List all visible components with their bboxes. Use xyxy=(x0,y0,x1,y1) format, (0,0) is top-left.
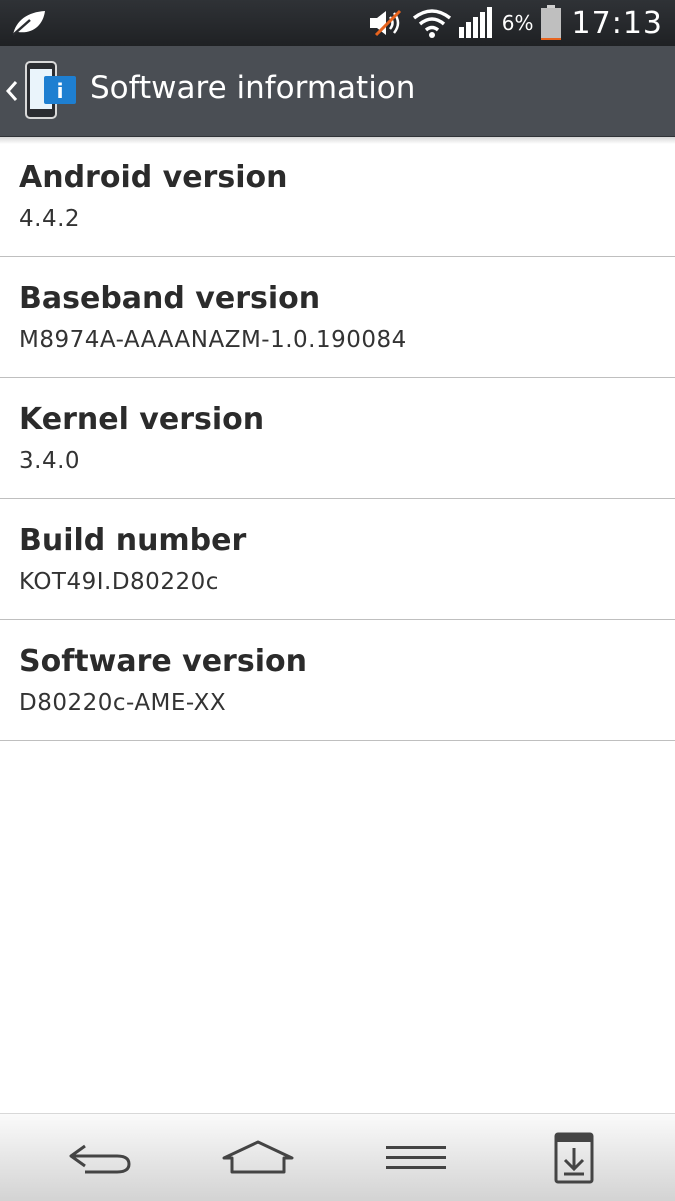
item-value: M8974A-AAAANAZM-1.0.190084 xyxy=(19,327,407,353)
list-item-build-number[interactable]: Build number KOT49I.D80220c xyxy=(0,499,675,620)
nav-capture-button[interactable] xyxy=(514,1114,634,1201)
nav-back-button[interactable] xyxy=(40,1114,160,1201)
item-title: Android version xyxy=(19,160,288,195)
software-info-list: Android version 4.4.2 Baseband version M… xyxy=(0,136,675,741)
list-item-software-version[interactable]: Software version D80220c-AME-XX xyxy=(0,620,675,741)
list-item-baseband-version[interactable]: Baseband version M8974A-AAAANAZM-1.0.190… xyxy=(0,257,675,378)
item-title: Kernel version xyxy=(19,402,265,437)
item-value: D80220c-AME-XX xyxy=(19,690,227,716)
item-value: KOT49I.D80220c xyxy=(19,569,219,595)
list-item-kernel-version[interactable]: Kernel version 3.4.0 xyxy=(0,378,675,499)
svg-text:i: i xyxy=(57,79,64,103)
menu-icon xyxy=(386,1145,446,1169)
navigation-bar xyxy=(0,1113,675,1201)
status-icons: 6% 17:13 xyxy=(368,0,663,46)
back-chevron-icon[interactable] xyxy=(4,79,20,103)
item-title: Build number xyxy=(19,523,247,558)
status-bar: 6% 17:13 xyxy=(0,0,675,46)
page-title: Software information xyxy=(90,70,416,106)
item-value: 4.4.2 xyxy=(19,206,81,232)
home-icon xyxy=(222,1140,294,1173)
leaf-notification-icon xyxy=(12,11,45,36)
list-item-android-version[interactable]: Android version 4.4.2 xyxy=(0,136,675,257)
signal-icon xyxy=(458,7,492,38)
capture-icon xyxy=(554,1132,594,1183)
volume-muted-icon xyxy=(369,9,401,37)
item-title: Baseband version xyxy=(19,281,321,316)
action-bar: i Software information xyxy=(0,46,675,137)
software-info-icon[interactable]: i xyxy=(24,60,80,122)
wifi-icon xyxy=(412,9,451,38)
item-value: 3.4.0 xyxy=(19,448,81,474)
nav-menu-button[interactable] xyxy=(356,1114,476,1201)
clock: 17:13 xyxy=(571,5,663,41)
battery-percent: 6% xyxy=(501,11,534,35)
nav-home-button[interactable] xyxy=(198,1114,318,1201)
item-title: Software version xyxy=(19,644,307,679)
battery-icon xyxy=(540,5,561,40)
back-icon xyxy=(69,1144,131,1173)
